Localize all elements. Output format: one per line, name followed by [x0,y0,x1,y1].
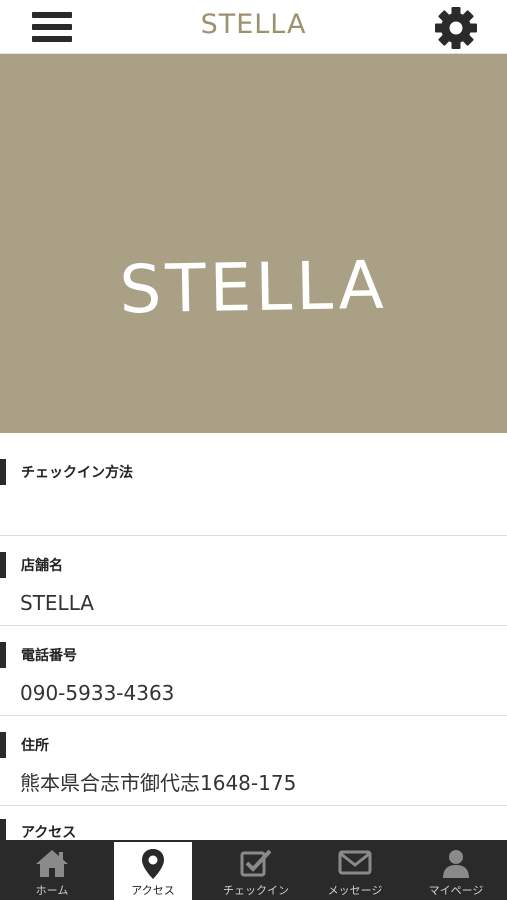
app-header: STELLA [0,0,507,54]
info-row-checkin-method: チェックイン方法 [0,433,507,536]
info-row-label: 店舗名 [0,552,507,578]
checkbox-icon [240,849,272,877]
envelope-icon [338,850,372,875]
info-row-value: 熊本県合志市御代志1648-175 [20,771,297,795]
gear-icon [435,7,477,49]
info-row-phone[interactable]: 電話番号 090-5933-4363 [0,626,507,716]
info-row-value: STELLA [20,591,94,615]
info-row-label: チェックイン方法 [0,459,507,485]
map-pin-icon [142,849,164,879]
tab-label: ホーム [35,884,69,897]
tab-checkin[interactable]: チェックイン [204,840,308,900]
tab-message[interactable]: メッセージ [305,840,405,900]
info-row-shop-name: 店舗名 STELLA [0,536,507,626]
hero-logo-text: STELLA [118,246,389,329]
bottom-tab-bar: ホーム アクセス チェックイン メッセージ マイページ [0,840,507,900]
tab-label: マイページ [428,884,484,897]
tab-label: メッセージ [327,884,383,897]
user-icon [443,850,469,878]
settings-button[interactable] [434,6,478,50]
tab-label: チェックイン [223,884,289,897]
shop-info-list: チェックイン方法 店舗名 STELLA 電話番号 090-5933-4363 住… [0,433,507,846]
tab-label: アクセス [131,884,175,897]
tab-home[interactable]: ホーム [0,840,104,900]
app-title: STELLA [200,9,307,40]
hero-banner: STELLA [0,54,507,433]
tab-mypage[interactable]: マイページ [405,840,507,900]
phone-number-link[interactable]: 090-5933-4363 [0,681,507,705]
info-row-label: 住所 [0,732,507,758]
info-row-label: 電話番号 [0,642,507,668]
home-icon [36,850,68,877]
tab-access[interactable]: アクセス [114,842,192,900]
info-row-address: 住所 熊本県合志市御代志1648-175 [0,716,507,806]
